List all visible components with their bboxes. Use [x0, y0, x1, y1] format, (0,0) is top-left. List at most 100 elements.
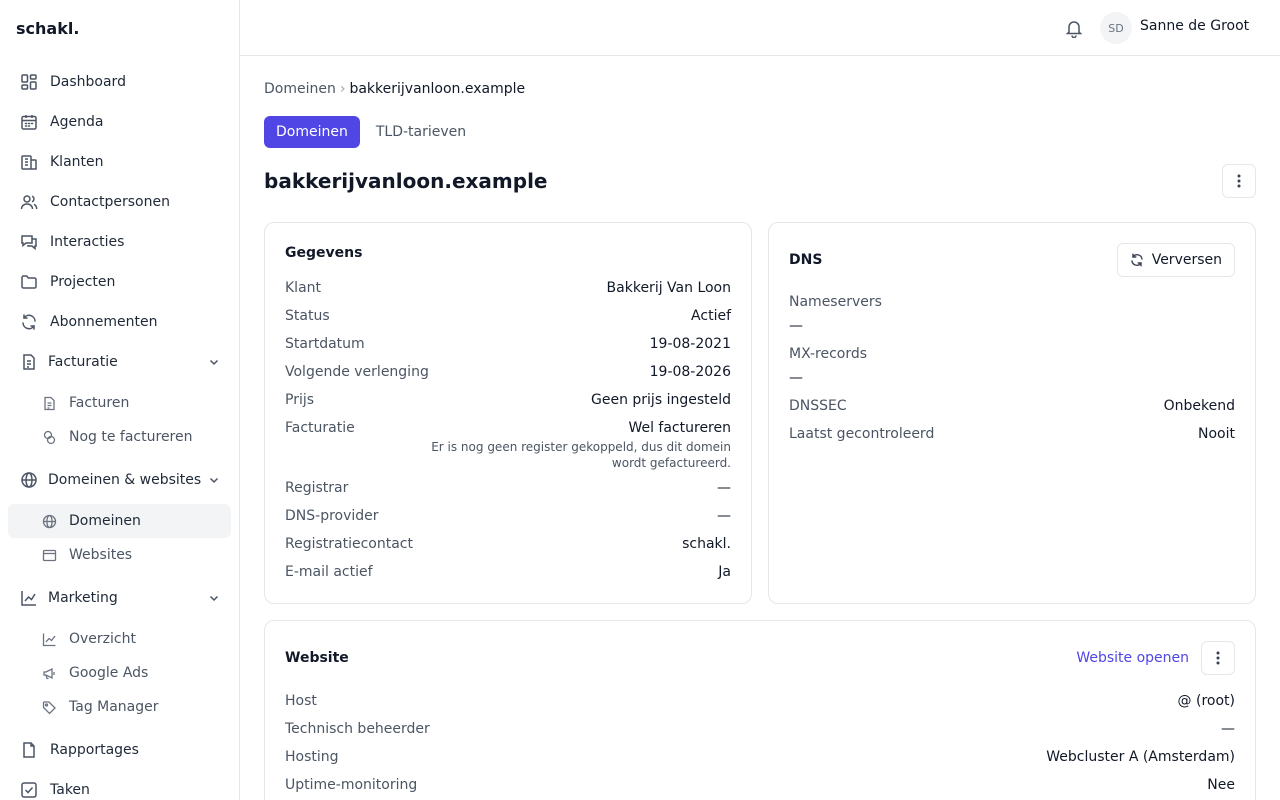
sidebar-group-facturatie[interactable]: Facturatie	[8, 342, 231, 382]
sidebar-item-agenda[interactable]: Agenda	[8, 102, 231, 142]
detail-row-email-actief: E-mail actief Ja	[285, 564, 731, 580]
detail-key: Prijs	[285, 392, 315, 408]
detail-key: Registratiecontact	[285, 536, 413, 552]
card-title: DNS	[789, 252, 823, 268]
page-actions-button[interactable]	[1222, 164, 1256, 198]
detail-row-registrar: Registrar —	[285, 480, 731, 496]
nameservers-label: Nameservers	[789, 294, 882, 310]
detail-key: Facturatie	[285, 420, 355, 436]
document-icon	[20, 353, 38, 371]
sidebar-subitem-websites[interactable]: Websites	[8, 538, 231, 572]
globe-icon	[42, 514, 57, 529]
detail-key: Uptime-monitoring	[285, 777, 418, 793]
user-name[interactable]: Sanne de Groot	[1140, 18, 1249, 34]
sidebar-subitem-label: Overzicht	[69, 631, 136, 647]
globe-icon	[20, 471, 38, 489]
detail-value: —	[717, 508, 731, 524]
detail-value: Ja	[718, 564, 731, 580]
mx-records-value: —	[789, 370, 803, 386]
avatar[interactable]: SD	[1100, 12, 1132, 44]
coins-icon	[42, 430, 57, 445]
sidebar-subitem-label: Nog te factureren	[69, 429, 193, 445]
facturatie-submenu: Facturen Nog te factureren	[8, 386, 231, 454]
tab-bar: Domeinen TLD-tarieven	[264, 116, 482, 148]
sidebar-item-rapportages[interactable]: Rapportages	[8, 730, 231, 770]
detail-value: Onbekend	[1163, 398, 1235, 414]
card-title: Website	[285, 650, 349, 666]
sidebar-item-label: Rapportages	[50, 742, 139, 758]
detail-row-facturatie: Facturatie Wel factureren	[285, 420, 731, 436]
breadcrumb-current: bakkerijvanloon.example	[349, 81, 526, 97]
refresh-dns-button[interactable]: Verversen	[1116, 243, 1235, 277]
sidebar-subitem-google-ads[interactable]: Google Ads	[8, 656, 231, 690]
bell-icon[interactable]	[1062, 16, 1086, 40]
sidebar-item-projecten[interactable]: Projecten	[8, 262, 231, 302]
website-card: Website Website openen Host @ (root) Tech…	[264, 620, 1256, 800]
sidebar-item-abonnementen[interactable]: Abonnementen	[8, 302, 231, 342]
detail-row-startdatum: Startdatum 19-08-2021	[285, 336, 731, 352]
chevron-down-icon[interactable]	[207, 473, 221, 487]
gegevens-card: Gegevens Klant Bakkerij Van Loon Status Ac…	[264, 222, 752, 604]
tab-domeinen[interactable]: Domeinen	[264, 116, 360, 148]
calendar-icon	[20, 113, 38, 131]
chevron-down-icon[interactable]	[207, 591, 221, 605]
building-icon	[20, 153, 38, 171]
sidebar-item-taken[interactable]: Taken	[8, 770, 231, 800]
chevron-down-icon[interactable]	[207, 355, 221, 369]
sidebar-subitem-tag-manager[interactable]: Tag Manager	[8, 690, 231, 724]
file-icon	[20, 741, 38, 759]
tab-tld-tarieven[interactable]: TLD-tarieven	[364, 116, 478, 148]
detail-row-laatst-gecontroleerd: Laatst gecontroleerd Nooit	[789, 426, 1235, 442]
sidebar-subitem-facturen[interactable]: Facturen	[8, 386, 231, 420]
detail-row-volgende-verlenging: Volgende verlenging 19-08-2026	[285, 364, 731, 380]
detail-row-dns-provider: DNS-provider —	[285, 508, 731, 524]
sidebar-item-interacties[interactable]: Interacties	[8, 222, 231, 262]
detail-key: Technisch beheerder	[285, 721, 430, 737]
facturatie-note: Er is nog geen register gekoppeld, dus d…	[431, 440, 731, 470]
detail-value: 19-08-2026	[649, 364, 731, 380]
detail-value: Nee	[1207, 777, 1235, 793]
detail-key: Startdatum	[285, 336, 365, 352]
detail-value: Webcluster A (Amsterdam)	[1046, 749, 1235, 765]
sidebar-item-dashboard[interactable]: Dashboard	[8, 62, 231, 102]
dashboard-icon	[20, 73, 38, 91]
sidebar-subitem-overzicht[interactable]: Overzicht	[8, 622, 231, 656]
breadcrumb-parent-link[interactable]: Domeinen	[264, 81, 336, 97]
detail-value: @ (root)	[1177, 693, 1235, 709]
detail-value: Nooit	[1198, 426, 1235, 442]
browser-icon	[42, 548, 57, 563]
dns-card: DNS Verversen Nameservers — MX-records —…	[768, 222, 1256, 604]
sidebar-item-contactpersonen[interactable]: Contactpersonen	[8, 182, 231, 222]
sidebar-item-label: Taken	[50, 782, 90, 798]
detail-key: Registrar	[285, 480, 349, 496]
folder-icon	[20, 273, 38, 291]
website-actions-button[interactable]	[1201, 641, 1235, 675]
detail-value: Bakkerij Van Loon	[606, 280, 731, 296]
detail-key: Host	[285, 693, 317, 709]
card-title: Gegevens	[285, 245, 363, 261]
detail-value: Geen prijs ingesteld	[591, 392, 731, 408]
tag-icon	[42, 700, 57, 715]
sidebar-group-domeinen-websites[interactable]: Domeinen & websites	[8, 460, 231, 500]
breadcrumb-separator: ›	[339, 81, 346, 97]
refresh-icon	[1130, 253, 1144, 267]
detail-value: schakl.	[682, 536, 731, 552]
users-icon	[20, 193, 38, 211]
mx-records-label: MX-records	[789, 346, 868, 362]
sidebar-group-marketing[interactable]: Marketing	[8, 578, 231, 618]
sidebar-item-klanten[interactable]: Klanten	[8, 142, 231, 182]
breadcrumb: Domeinen › bakkerijvanloon.example	[264, 81, 525, 97]
open-website-link[interactable]: Website openen	[1076, 650, 1189, 666]
detail-key: E-mail actief	[285, 564, 373, 580]
top-bar: SD Sanne de Groot	[240, 0, 1280, 56]
detail-row-technisch-beheerder: Technisch beheerder —	[285, 721, 1235, 737]
sidebar-subitem-nog-te-factureren[interactable]: Nog te factureren	[8, 420, 231, 454]
sidebar-item-label: Agenda	[50, 114, 104, 130]
app-logo[interactable]: schakl.	[0, 0, 239, 56]
detail-value: 19-08-2021	[649, 336, 731, 352]
chat-icon	[20, 233, 38, 251]
sidebar-subitem-domeinen[interactable]: Domeinen	[8, 504, 231, 538]
detail-key: DNS-provider	[285, 508, 379, 524]
detail-value: —	[1221, 721, 1235, 737]
detail-row-klant: Klant Bakkerij Van Loon	[285, 280, 731, 296]
